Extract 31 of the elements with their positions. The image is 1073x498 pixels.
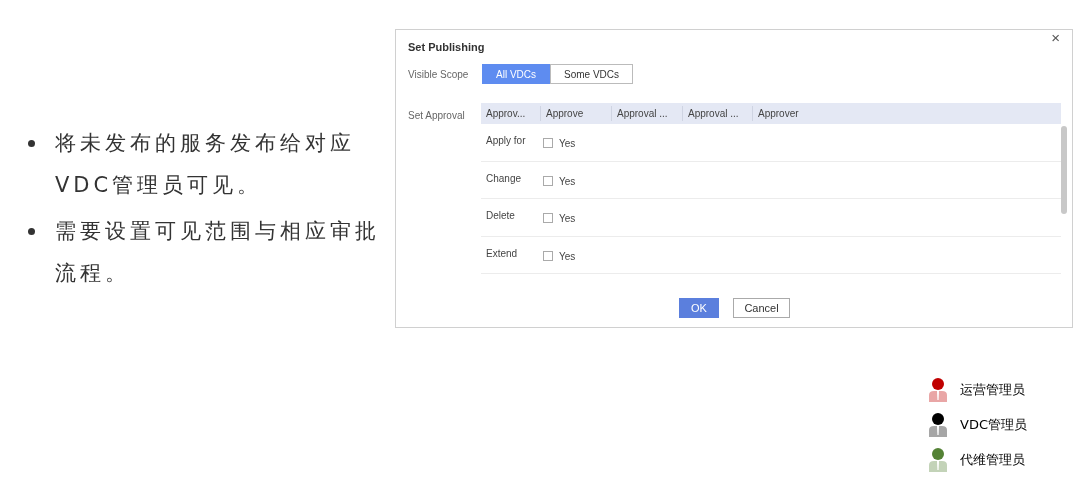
legend-label: 运营管理员 [960, 381, 1025, 400]
table-cell-text: Change [485, 171, 523, 186]
legend-label: 代维管理员 [960, 451, 1025, 470]
column-header: Approve [540, 106, 611, 121]
table-cell-text: Delete [485, 209, 516, 223]
field-label: Set Approval [408, 109, 465, 123]
table-cell-text: Extend [485, 246, 519, 261]
column-header: Approval ... [682, 106, 752, 121]
dialog-button[interactable]: Cancel [733, 298, 790, 318]
checkbox[interactable] [543, 250, 553, 261]
scope-toggle[interactable]: Some VDCs [550, 64, 634, 84]
bullet-icon [28, 228, 35, 235]
dialog-title: Set Publishing [408, 40, 485, 55]
column-header: Approval ... [611, 106, 682, 121]
checkbox[interactable] [543, 213, 553, 223]
checkbox-label: Yes [559, 175, 576, 187]
checkbox[interactable] [543, 138, 553, 148]
checkbox-label: Yes [559, 213, 576, 224]
checkbox-label: Yes [559, 250, 576, 262]
checkbox-label: Yes [559, 138, 576, 149]
bullet-icon [28, 140, 35, 147]
dialog-button[interactable]: OK [679, 298, 719, 318]
close-button[interactable]: × [1051, 30, 1060, 45]
column-header: Approv... [485, 107, 527, 121]
field-label: Visible Scope [408, 67, 470, 82]
bullet-text: 需要设置可见范围与相应审批流程。 [55, 218, 381, 287]
legend-label: VDC管理员 [960, 416, 1027, 435]
table-cell-text: Apply for [485, 134, 527, 148]
column-header: Approver [752, 106, 1061, 121]
bullet-text: 将未发布的服务发布给对应VDC管理员可见。 [55, 130, 356, 199]
checkbox[interactable] [543, 175, 553, 186]
